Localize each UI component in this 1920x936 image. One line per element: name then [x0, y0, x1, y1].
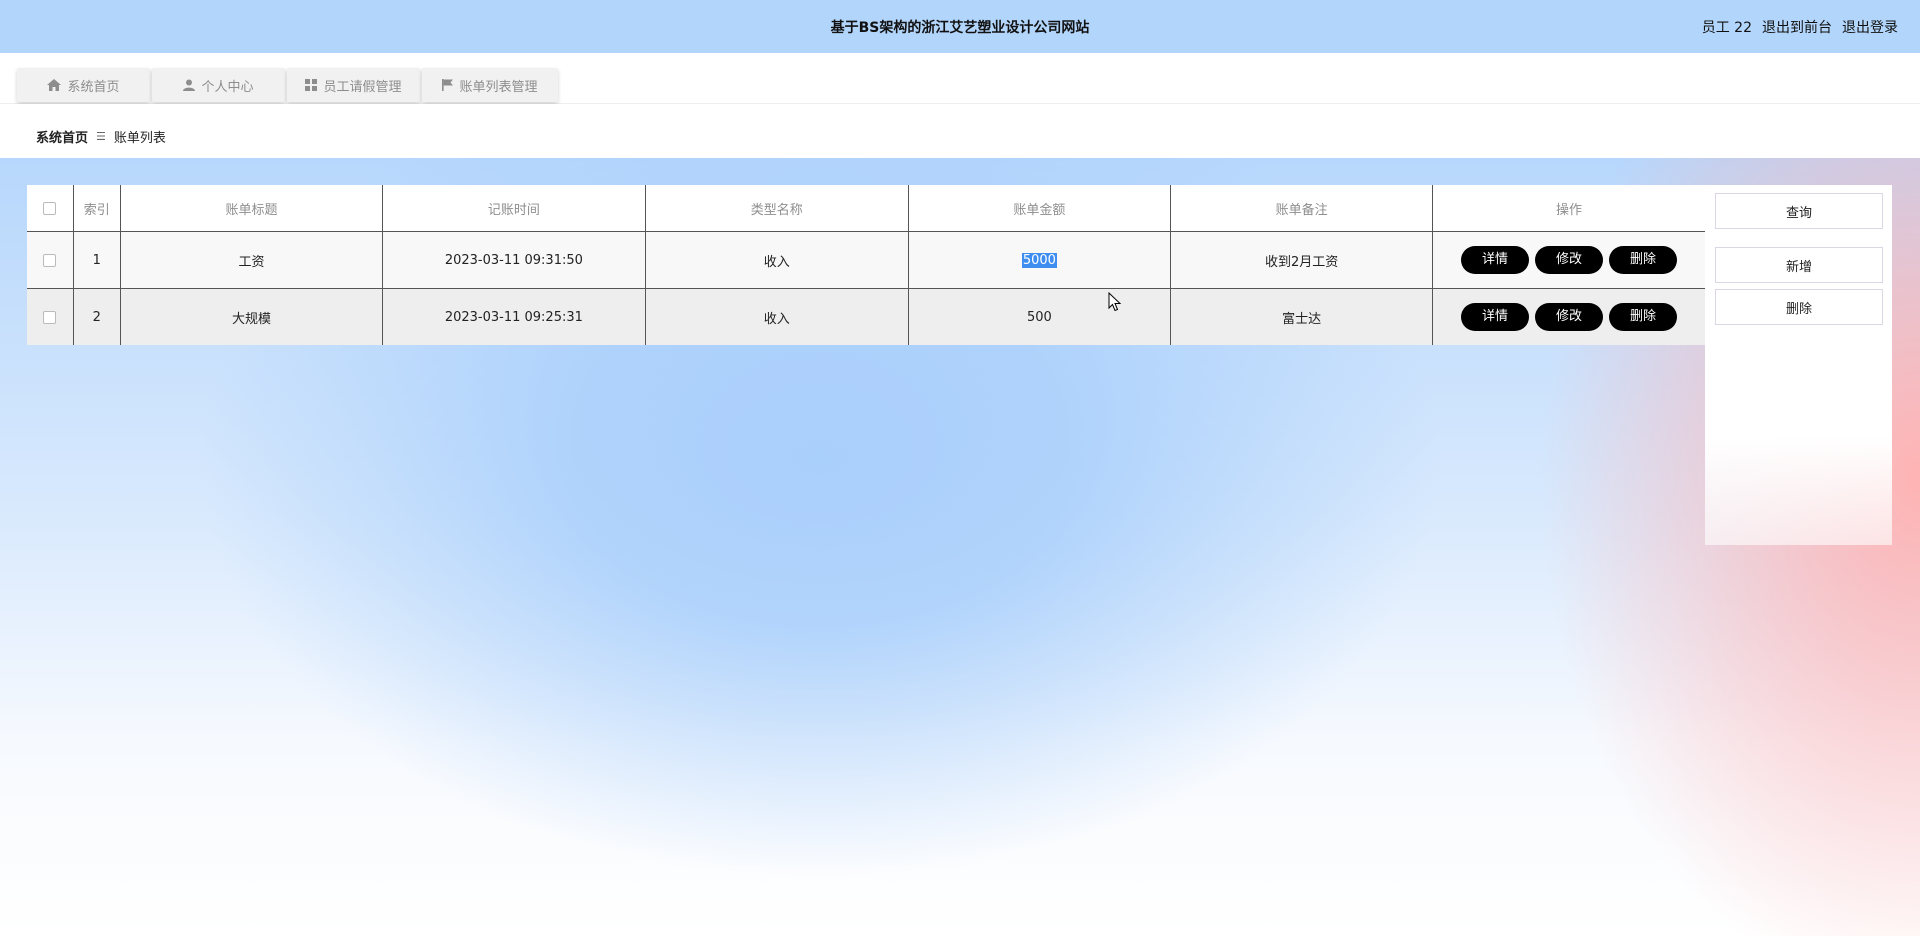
cell-time: 2023-03-11 09:31:50	[382, 231, 646, 289]
cell-type: 收入	[644, 288, 909, 345]
nav-tab-home[interactable]: 系统首页	[17, 68, 150, 102]
nav-tab-leave[interactable]: 员工请假管理	[287, 68, 420, 102]
nav-tab-label: 系统首页	[67, 79, 120, 95]
cell-title: 大规模	[119, 288, 383, 345]
flag-icon	[442, 79, 454, 91]
edit-button[interactable]: 修改	[1535, 303, 1604, 331]
top-header: 基于BS架构的浙江艾艺塑业设计公司网站 员工 22 退出到前台 退出登录	[0, 0, 1920, 53]
edit-button[interactable]: 修改	[1535, 246, 1604, 274]
nav-tab-label: 员工请假管理	[323, 79, 402, 95]
cell-actions: 详情 修改 删除	[1432, 288, 1705, 345]
cell-index: 2	[72, 288, 121, 345]
user-icon	[183, 79, 196, 91]
nav-tab-personal[interactable]: 个人中心	[152, 68, 285, 102]
table-header-row: 索引 账单标题 记账时间 类型名称 账单金额 账单备注 操作	[27, 185, 1705, 232]
delete-button[interactable]: 删除	[1609, 246, 1678, 274]
nav-tab-bills[interactable]: 账单列表管理	[422, 68, 558, 102]
header-checkbox-cell[interactable]	[27, 185, 73, 232]
column-header: 账单备注	[1170, 185, 1433, 232]
grid-icon	[305, 79, 318, 91]
cell-note: 富士达	[1170, 288, 1433, 345]
column-header: 账单金额	[907, 185, 1171, 232]
add-button[interactable]: 新增	[1715, 247, 1883, 283]
column-header: 索引	[72, 185, 121, 232]
table-row: 2 大规模 2023-03-11 09:25:31 收入 500 富士达 详情修…	[27, 288, 1705, 345]
cell-actions: 详情 修改 删除	[1432, 231, 1705, 289]
delete-button[interactable]: 删除	[1609, 303, 1678, 331]
row-checkbox[interactable]	[43, 253, 57, 267]
cell-note: 收到2月工资	[1170, 231, 1433, 289]
column-header: 操作	[1432, 185, 1705, 232]
user-label: 员工 22	[1701, 20, 1752, 36]
back-to-front-link[interactable]: 退出到前台	[1762, 17, 1832, 37]
cell-title: 工资	[119, 231, 383, 289]
cell-index: 1	[72, 231, 121, 289]
breadcrumb-separator: ☰	[96, 130, 106, 143]
batch-delete-button[interactable]: 删除	[1715, 289, 1883, 325]
row-checkbox-cell[interactable]	[27, 288, 73, 345]
column-header: 类型名称	[644, 185, 909, 232]
detail-button[interactable]: 详情	[1461, 303, 1530, 331]
cell-time: 2023-03-11 09:25:31	[382, 288, 646, 345]
breadcrumb: 系统首页 ☰ 账单列表	[36, 127, 166, 146]
row-checkbox[interactable]	[43, 310, 57, 324]
nav-bar: 系统首页 个人中心 员工请假管理 账单列表管理	[0, 53, 1920, 104]
detail-button[interactable]: 详情	[1461, 246, 1530, 274]
breadcrumb-current: 账单列表	[113, 131, 166, 146]
mouse-cursor-icon	[1108, 292, 1122, 312]
column-header: 账单标题	[119, 185, 383, 232]
selected-amount-text: 5000	[1021, 252, 1057, 268]
breadcrumb-bar: 系统首页 ☰ 账单列表	[0, 104, 1920, 158]
table-row: 1 工资 2023-03-11 09:31:50 收入 5000 收到2月工资 …	[27, 231, 1705, 289]
site-title: 基于BS架构的浙江艾艺塑业设计公司网站	[830, 20, 1090, 36]
column-header: 记账时间	[382, 185, 646, 232]
cell-amount: 5000	[907, 231, 1171, 289]
bill-table-wrapper: 索引 账单标题 记账时间 类型名称 账单金额 账单备注 操作 1 工资 2023…	[27, 185, 1705, 345]
query-button[interactable]: 查询	[1715, 193, 1883, 229]
select-all-checkbox[interactable]	[43, 201, 57, 215]
row-checkbox-cell[interactable]	[27, 231, 73, 289]
home-icon	[47, 79, 62, 91]
side-action-panel: 查询 新增 删除	[1705, 185, 1892, 545]
nav-tabs: 系统首页 个人中心 员工请假管理 账单列表管理	[17, 68, 560, 102]
cell-type: 收入	[644, 231, 909, 289]
nav-tab-label: 个人中心	[201, 79, 254, 95]
cell-amount: 500	[907, 288, 1171, 345]
bill-table: 索引 账单标题 记账时间 类型名称 账单金额 账单备注 操作 1 工资 2023…	[27, 185, 1705, 345]
breadcrumb-home[interactable]: 系统首页	[36, 127, 88, 146]
nav-tab-label: 账单列表管理	[459, 79, 538, 95]
logout-link[interactable]: 退出登录	[1842, 17, 1898, 37]
user-area: 员工 22 退出到前台 退出登录	[1702, 17, 1898, 37]
